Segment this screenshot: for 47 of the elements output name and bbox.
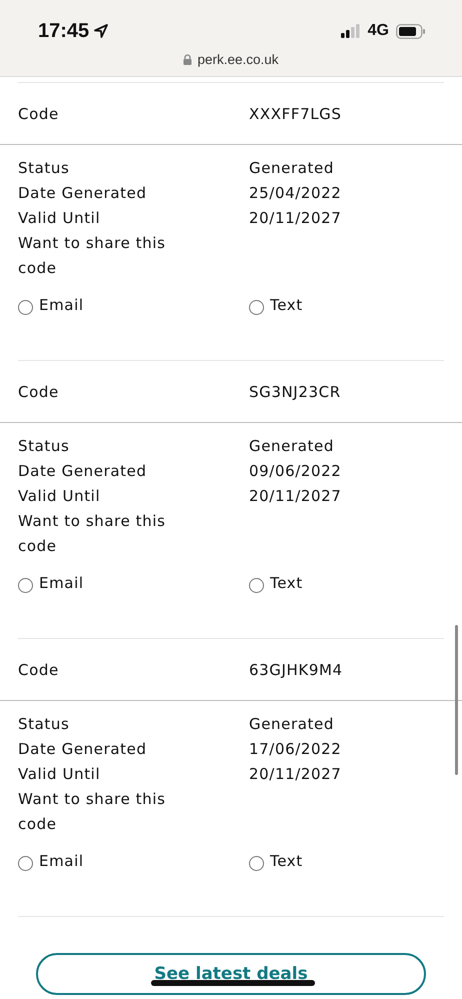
detail-label: Valid Until (18, 486, 102, 507)
detail-value: 09/06/2022 (249, 461, 342, 482)
detail-value: 20/11/2027 (249, 208, 342, 229)
network-type: 4G (368, 22, 389, 40)
location-arrow-icon (93, 23, 110, 39)
detail-label: Status (18, 436, 70, 457)
lock-icon (183, 54, 192, 65)
code-value: SG3NJ23CR (249, 382, 342, 400)
detail-value: Generated (249, 436, 335, 457)
detail-value: 25/04/2022 (249, 183, 342, 204)
radio-icon[interactable] (249, 300, 264, 314)
radio-icon[interactable] (249, 578, 264, 592)
code-label: Code (18, 660, 60, 678)
clock-time: 17:45 (38, 20, 90, 42)
detail-value: 20/11/2027 (249, 764, 342, 785)
share-prompt: Want to share this code (18, 511, 167, 557)
radio-icon[interactable] (18, 856, 33, 870)
detail-value: 20/11/2027 (249, 486, 342, 507)
share-prompt: Want to share this code (18, 789, 167, 835)
code-value: XXXFF7LGS (249, 104, 343, 122)
see-deals-button[interactable]: See latest deals (36, 953, 426, 995)
detail-label: Date Generated (18, 461, 148, 482)
detail-value: 17/06/2022 (249, 739, 342, 760)
radio-option[interactable]: Email (18, 571, 84, 596)
detail-label: Status (18, 714, 70, 735)
detail-label: Date Generated (18, 183, 148, 204)
code-value: 63GJHK9M4 (249, 660, 344, 678)
detail-value: Generated (249, 714, 335, 735)
code-label: Code (18, 104, 60, 122)
battery-icon (396, 24, 426, 38)
signal-icon (340, 24, 361, 38)
detail-label: Date Generated (18, 739, 148, 760)
detail-label: Status (18, 158, 70, 179)
radio-option[interactable]: Email (18, 293, 84, 318)
detail-value: Generated (249, 158, 335, 179)
detail-label: Valid Until (18, 764, 102, 785)
radio-option[interactable]: Text (249, 849, 303, 874)
radio-icon[interactable] (249, 856, 264, 870)
url-text[interactable]: perk.ee.co.uk (197, 52, 279, 67)
detail-label: Valid Until (18, 208, 102, 229)
radio-icon[interactable] (18, 578, 33, 592)
radio-icon[interactable] (18, 300, 33, 314)
radio-option[interactable]: Text (249, 571, 303, 596)
share-prompt: Want to share this code (18, 233, 167, 279)
radio-option[interactable]: Text (249, 293, 303, 318)
code-label: Code (18, 382, 60, 400)
radio-option[interactable]: Email (18, 849, 84, 874)
